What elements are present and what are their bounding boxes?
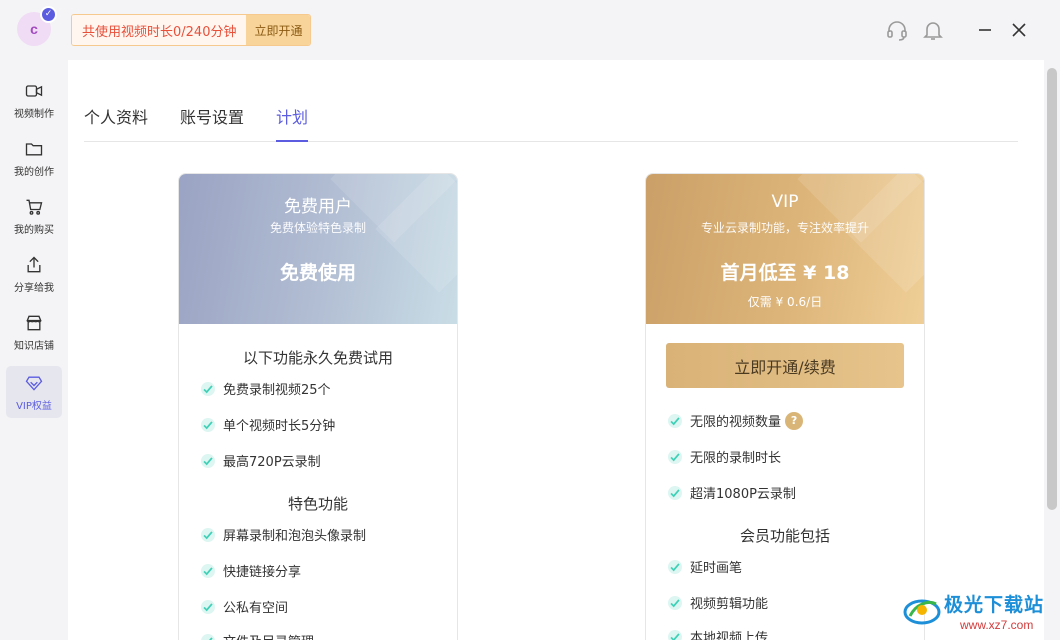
folder-icon [25, 142, 43, 155]
store-icon [26, 315, 42, 330]
plan-price: 首月低至 ¥ 18 [720, 262, 850, 284]
verified-badge-icon: ✓ [40, 6, 57, 23]
plan-daily-price: 仅需 ¥ 0.6/日 [747, 295, 823, 309]
watermark-text: 极光下载站 [944, 594, 1045, 616]
section-title: 以下功能永久免费试用 [242, 349, 393, 367]
sidebar-item-label: 视频制作 [14, 108, 54, 120]
check-icon [668, 559, 682, 574]
usage-banner: 共使用视频时长0/240分钟 立即开通 [71, 14, 312, 46]
check-icon [201, 527, 215, 542]
feature-item: 最高720P云录制 [201, 451, 321, 470]
feature-item: 视频剪辑功能 [668, 593, 768, 612]
check-icon [668, 485, 682, 500]
feature-item: 超清1080P云录制 [668, 483, 796, 502]
tab-bar: 个人资料 账号设置 计划 [84, 100, 1018, 142]
headset-icon[interactable] [885, 18, 909, 42]
check-icon [201, 417, 215, 432]
vip-plan-card: VIP 专业云录制功能，专注效率提升 首月低至 ¥ 18 仅需 ¥ 0.6/日 … [645, 173, 925, 640]
sidebar-item-purchases[interactable]: 我的购买 [6, 190, 62, 242]
section-title: 特色功能 [287, 495, 348, 513]
plan-title: 免费用户 [284, 197, 352, 217]
shopping-cart-icon [26, 199, 43, 215]
plan-subtitle: 专业云录制功能，专注效率提升 [700, 221, 869, 235]
sidebar-item-shared-with-me[interactable]: 分享给我 [6, 248, 62, 300]
minimize-icon[interactable] [973, 18, 997, 42]
free-plan-card: 免费用户 免费体验特色录制 免费使用 以下功能永久免费试用 免费录制视频25个 … [178, 173, 458, 640]
sidebar-item-vip[interactable]: VIP权益 [6, 366, 62, 418]
feature-text: 无限的录制时长 [690, 451, 782, 466]
diamond-icon [25, 376, 43, 391]
video-camera-icon [25, 84, 43, 97]
feature-item: 屏幕录制和泡泡头像录制 [201, 525, 366, 544]
watermark: 极光下载站 www.xz7.com [900, 582, 1060, 640]
section-title: 会员功能包括 [739, 527, 830, 545]
check-icon [201, 633, 215, 640]
tab-profile[interactable]: 个人资料 [84, 104, 148, 142]
subscribe-renew-button[interactable]: 立即开通/续费 [666, 343, 904, 388]
feature-text: 延时画笔 [690, 561, 743, 576]
check-icon [668, 449, 682, 464]
open-now-button[interactable]: 立即开通 [246, 15, 311, 45]
sidebar: 视频制作 我的创作 我的购买 分享给我 知识店铺 VIP权益 [0, 60, 68, 640]
plan-price: 免费使用 [279, 262, 356, 284]
scrollbar-thumb[interactable] [1047, 68, 1057, 510]
feature-text: 本地视频上传 [690, 631, 769, 640]
close-icon[interactable] [1007, 18, 1031, 42]
feature-item: 免费录制视频25个 [201, 379, 331, 398]
sidebar-item-knowledge-store[interactable]: 知识店铺 [6, 306, 62, 358]
check-icon [668, 595, 682, 610]
check-icon [668, 629, 682, 640]
feature-item: 无限的视频数量 ? [668, 411, 804, 430]
feature-text: 免费录制视频25个 [223, 383, 331, 398]
feature-text: 超清1080P云录制 [690, 487, 796, 502]
vip-plan-header: VIP 专业云录制功能，专注效率提升 首月低至 ¥ 18 仅需 ¥ 0.6/日 [646, 174, 924, 324]
check-icon [201, 453, 215, 468]
top-bar: c ✓ 共使用视频时长0/240分钟 立即开通 [0, 0, 1060, 60]
tab-plan[interactable]: 计划 [276, 104, 309, 142]
feature-text: 公私有空间 [223, 601, 289, 616]
free-plan-header: 免费用户 免费体验特色录制 免费使用 [179, 174, 457, 324]
plan-title: VIP [771, 192, 799, 212]
feature-item: 文件及目录管理 [201, 631, 314, 640]
feature-item: 本地视频上传 [668, 627, 768, 640]
feature-text: 单个视频时长5分钟 [223, 419, 336, 434]
feature-text: 屏幕录制和泡泡头像录制 [223, 529, 367, 544]
sidebar-item-label: 知识店铺 [14, 340, 54, 352]
share-icon [27, 256, 41, 272]
usage-text: 共使用视频时长0/240分钟 [72, 15, 247, 45]
sidebar-item-label: 分享给我 [14, 282, 54, 294]
feature-text: 文件及目录管理 [223, 631, 314, 640]
check-icon [668, 413, 682, 428]
feature-item: 公私有空间 [201, 597, 288, 616]
check-icon [201, 563, 215, 578]
feature-text: 视频剪辑功能 [690, 597, 769, 612]
bell-icon[interactable] [921, 18, 945, 42]
feature-item: 单个视频时长5分钟 [201, 415, 335, 434]
main-panel: 个人资料 账号设置 计划 免费用户 免费体验特色录制 免费使用 以下功能永久免费… [68, 60, 1044, 640]
feature-text: 快捷链接分享 [223, 565, 302, 580]
watermark-url: www.xz7.com [960, 618, 1034, 632]
feature-item: 延时画笔 [668, 557, 742, 576]
feature-item: 无限的录制时长 [668, 447, 781, 466]
check-icon [201, 599, 215, 614]
sidebar-item-label: 我的创作 [14, 166, 54, 178]
feature-text: 无限的视频数量 [690, 415, 782, 430]
watermark-logo-icon [903, 599, 941, 625]
sidebar-item-label: VIP权益 [16, 400, 52, 412]
plan-subtitle: 免费体验特色录制 [269, 221, 366, 235]
feature-text: 最高720P云录制 [223, 455, 321, 470]
feature-item: 快捷链接分享 [201, 561, 301, 580]
sidebar-item-video-create[interactable]: 视频制作 [6, 74, 62, 126]
sidebar-item-my-creations[interactable]: 我的创作 [6, 132, 62, 184]
check-icon [201, 381, 215, 396]
sidebar-item-label: 我的购买 [14, 224, 54, 236]
scrollbar[interactable] [1044, 60, 1060, 640]
help-icon[interactable]: ? [785, 411, 804, 430]
tab-account-settings[interactable]: 账号设置 [180, 104, 244, 142]
